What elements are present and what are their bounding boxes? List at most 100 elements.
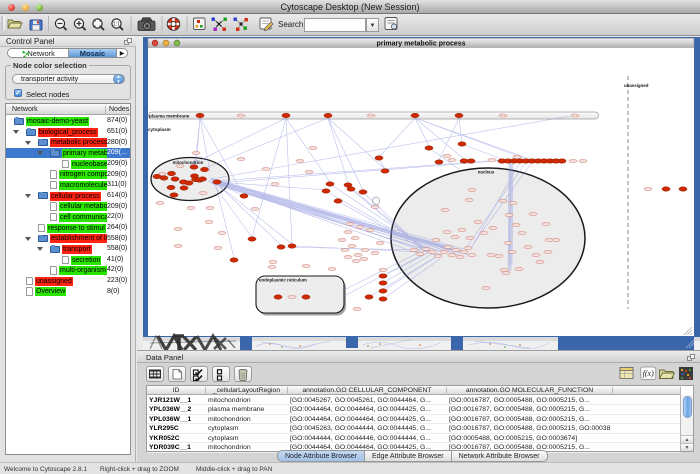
svg-text:GO-trm: GO-trm <box>537 261 544 264</box>
svg-text:GO-trm: GO-trm <box>429 251 436 254</box>
svg-text:GO-trm: GO-trm <box>500 114 507 117</box>
svg-text:primary metabolic process: primary metabolic process <box>376 40 465 47</box>
svg-text:GO-trm: GO-trm <box>342 249 349 252</box>
svg-text:GO-trm: GO-trm <box>509 251 516 254</box>
svg-text:GO-trm: GO-trm <box>193 152 200 155</box>
svg-text:GO-trm: GO-trm <box>444 231 451 234</box>
svg-text:GO-trm: GO-trm <box>354 308 361 311</box>
svg-text:GO-trm: GO-trm <box>347 223 354 226</box>
svg-text:GO-trm: GO-trm <box>461 251 468 254</box>
svg-text:GO-trm: GO-trm <box>372 252 379 255</box>
svg-text:GO-trm: GO-trm <box>441 251 448 254</box>
svg-text:mitochondrion: mitochondrion <box>173 160 204 165</box>
svg-text:GO-trm: GO-trm <box>445 246 452 249</box>
svg-text:GO-trm: GO-trm <box>467 237 474 240</box>
svg-text:GO-trm: GO-trm <box>188 207 195 210</box>
svg-text:unassigned: unassigned <box>624 83 649 88</box>
svg-text:GO-trm: GO-trm <box>452 236 459 239</box>
svg-text:GO-trm: GO-trm <box>339 239 346 242</box>
svg-text:GO-trm: GO-trm <box>367 229 374 232</box>
svg-text:GO-trm: GO-trm <box>297 160 304 163</box>
svg-text:GO-trm: GO-trm <box>481 232 488 235</box>
svg-text:GO-trm: GO-trm <box>263 168 270 171</box>
svg-text:GO-trm: GO-trm <box>489 159 496 162</box>
svg-text:nucleus: nucleus <box>478 170 495 175</box>
svg-text:GO-trm: GO-trm <box>252 208 259 211</box>
svg-text:cytoplasm: cytoplasm <box>148 127 171 132</box>
svg-text:GO-trm: GO-trm <box>357 226 364 229</box>
svg-text:f(x): f(x) <box>643 369 654 378</box>
svg-text:GO-trm: GO-trm <box>496 255 503 258</box>
svg-text:GO-trm: GO-trm <box>506 214 513 217</box>
svg-text:GO-trm: GO-trm <box>157 202 164 205</box>
svg-text:GO-trm: GO-trm <box>219 232 226 235</box>
svg-text:GO-trm: GO-trm <box>501 269 508 272</box>
svg-text:GO-trm: GO-trm <box>466 199 473 202</box>
svg-text:GO-trm: GO-trm <box>207 207 214 210</box>
svg-text:GO-trm: GO-trm <box>215 247 222 250</box>
svg-text:GO-trm: GO-trm <box>533 254 540 257</box>
svg-text:GO-trm: GO-trm <box>444 155 451 158</box>
svg-text:GO-trm: GO-trm <box>433 239 440 242</box>
svg-text:GO-trm: GO-trm <box>349 245 356 248</box>
svg-text:GO-trm: GO-trm <box>352 237 359 240</box>
svg-text:GO-trm: GO-trm <box>546 239 553 242</box>
svg-text:GO-trm: GO-trm <box>310 147 317 150</box>
svg-text:GO-trm: GO-trm <box>488 254 495 257</box>
svg-text:GO-trm: GO-trm <box>435 255 442 258</box>
svg-text:GO-trm: GO-trm <box>475 221 482 224</box>
svg-text:GO-trm: GO-trm <box>449 254 456 257</box>
svg-text:GO-trm: GO-trm <box>553 239 560 242</box>
svg-text:GO-trm: GO-trm <box>368 114 375 117</box>
svg-text:GO-trm: GO-trm <box>329 268 336 271</box>
svg-text:1:1: 1:1 <box>113 22 120 28</box>
svg-text:GO-trm: GO-trm <box>238 158 245 161</box>
svg-text:GO-trm: GO-trm <box>361 258 368 261</box>
svg-text:GO-trm: GO-trm <box>525 246 532 249</box>
svg-text:GO-trm: GO-trm <box>442 209 449 212</box>
svg-text:GO-trm: GO-trm <box>543 223 550 226</box>
svg-text:GO-trm: GO-trm <box>353 260 360 263</box>
svg-text:GO-trm: GO-trm <box>417 253 424 256</box>
svg-text:GO-trm: GO-trm <box>457 256 464 259</box>
svg-text:GO-trm: GO-trm <box>645 188 652 191</box>
svg-text:GO-trm: GO-trm <box>519 232 526 235</box>
svg-text:GO-trm: GO-trm <box>503 272 510 275</box>
svg-text:GO-trm: GO-trm <box>570 160 577 163</box>
svg-text:GO-trm: GO-trm <box>206 221 213 224</box>
svg-text:GO-trm: GO-trm <box>545 251 552 254</box>
svg-text:GO-trm: GO-trm <box>465 247 472 250</box>
svg-text:GO-trm: GO-trm <box>530 213 537 216</box>
svg-text:GO-trm: GO-trm <box>177 165 184 168</box>
svg-text:GO-trm: GO-trm <box>269 266 276 269</box>
svg-text:endoplasmic reticulum: endoplasmic reticulum <box>259 278 307 283</box>
svg-text:GO-trm: GO-trm <box>423 248 430 251</box>
svg-text:GO-trm: GO-trm <box>372 206 379 209</box>
svg-text:GO-trm: GO-trm <box>453 249 460 252</box>
svg-text:plasma membrane: plasma membrane <box>149 114 190 119</box>
svg-text:GO-trm: GO-trm <box>345 256 352 259</box>
svg-text:GO-trm: GO-trm <box>289 296 296 299</box>
svg-text:GO-trm: GO-trm <box>510 202 517 205</box>
svg-text:GO-trm: GO-trm <box>270 261 277 264</box>
svg-text:GO-trm: GO-trm <box>580 160 587 163</box>
svg-text:GO-trm: GO-trm <box>175 228 182 231</box>
svg-text:GO-trm: GO-trm <box>380 269 387 272</box>
svg-text:GO-trm: GO-trm <box>500 200 507 203</box>
svg-text:GO-trm: GO-trm <box>303 265 310 268</box>
svg-text:GO-trm: GO-trm <box>483 287 490 290</box>
svg-text:GO-trm: GO-trm <box>505 242 512 245</box>
svg-text:GO-trm: GO-trm <box>200 192 207 195</box>
svg-text:GO-trm: GO-trm <box>490 227 497 230</box>
svg-text:GO-trm: GO-trm <box>377 242 384 245</box>
svg-text:GO-trm: GO-trm <box>411 249 418 252</box>
svg-text:GO-trm: GO-trm <box>306 171 313 174</box>
svg-text:GO-trm: GO-trm <box>514 156 521 159</box>
svg-text:GO-trm: GO-trm <box>513 224 520 227</box>
svg-text:GO-trm: GO-trm <box>355 254 362 257</box>
svg-text:GO-trm: GO-trm <box>459 229 466 232</box>
svg-text:GO-trm: GO-trm <box>238 114 245 117</box>
svg-text:GO-trm: GO-trm <box>572 114 579 117</box>
svg-text:GO-trm: GO-trm <box>516 268 523 271</box>
svg-text:GO-trm: GO-trm <box>469 189 476 192</box>
